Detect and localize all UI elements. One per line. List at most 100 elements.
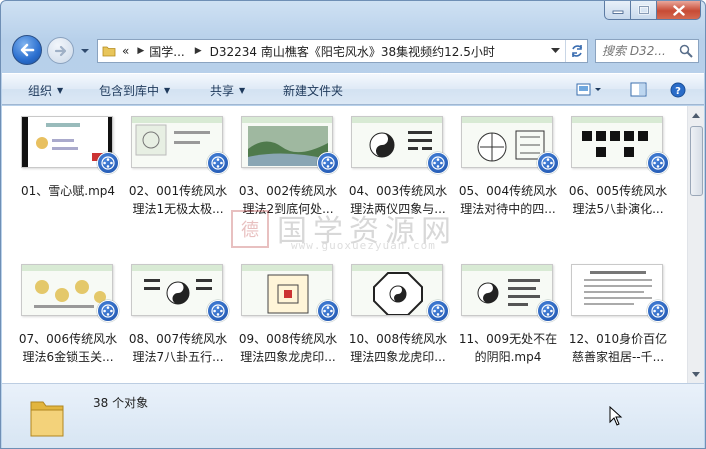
file-name-line2: 理法2到底何处...: [242, 202, 334, 216]
maximize-button[interactable]: [631, 1, 657, 20]
media-file-icon: [427, 300, 449, 322]
folder-icon: [30, 401, 64, 437]
media-file-icon: [207, 300, 229, 322]
file-name: 08、007传统风水 理法7八卦五行...: [120, 330, 236, 366]
minimize-button[interactable]: [604, 1, 631, 20]
address-dropdown-button[interactable]: [547, 40, 563, 62]
close-button[interactable]: [657, 1, 701, 20]
file-name-line2: 理法对待中的四...: [460, 202, 556, 216]
scrollbar-thumb[interactable]: [690, 126, 703, 196]
scroll-down-icon: [692, 371, 700, 377]
explorer-window: « ▶ 国学... ▶ D32234 南山樵客《阳宅风水》38集视频约12.5小…: [0, 0, 706, 449]
help-button[interactable]: ?: [670, 82, 686, 101]
view-options-icon: [576, 83, 601, 96]
minimize-icon: [612, 10, 623, 14]
media-file-icon: [317, 300, 339, 322]
file-name: 02、001传统风水 理法1无极太极...: [120, 182, 236, 218]
mouse-cursor-icon: [609, 406, 623, 426]
item-count: 38 个对象: [93, 396, 149, 410]
forward-arrow-icon: [54, 45, 66, 56]
recent-pages-button[interactable]: [80, 45, 90, 55]
file-name-line1: 10、008传统风水: [348, 332, 448, 346]
caret-down-icon: ▼: [239, 86, 246, 95]
file-name-line2: 慈善家祖居--千...: [571, 350, 665, 364]
media-file-icon: [207, 152, 229, 174]
file-name: 10、008传统风水 理法四象龙虎印...: [340, 330, 456, 366]
media-file-icon: [97, 152, 119, 174]
scroll-down-button[interactable]: [688, 366, 704, 382]
file-name: 06、005传统风水 理法5八卦演化...: [560, 182, 676, 218]
media-file-icon: [537, 152, 559, 174]
media-file-icon: [647, 300, 669, 322]
file-name-line2: 理法5八卦演化...: [572, 202, 664, 216]
svg-text:?: ?: [675, 86, 681, 97]
file-name: 09、008传统风水 理法四象龙虎印...: [230, 330, 346, 366]
close-icon: [672, 4, 685, 16]
organize-label: 组织: [28, 84, 53, 98]
file-name: 11、009无处不在 的阴阳.mp4: [450, 330, 566, 366]
file-name-line1: 04、003传统风水: [348, 184, 448, 198]
refresh-icon: [571, 45, 582, 57]
maximize-icon: [638, 5, 649, 15]
help-icon: ?: [670, 82, 686, 98]
file-name: 07、006传统风水 理法6金锁玉关...: [10, 330, 126, 366]
include-in-library-label: 包含到库中: [99, 84, 160, 98]
scroll-up-button[interactable]: [688, 107, 704, 123]
file-name-line2: 的阴阳.mp4: [474, 350, 542, 364]
details-pane: 38 个对象: [2, 383, 704, 448]
new-folder-button[interactable]: 新建文件夹: [283, 82, 343, 99]
back-arrow-icon: [20, 43, 35, 57]
share-label: 共享: [210, 84, 235, 98]
command-bar: 组织 ▼ 包含到库中 ▼ 共享 ▼ 新建文件夹 ?: [2, 73, 704, 105]
file-name-line2: 理法7八卦五行...: [132, 350, 224, 364]
search-icon[interactable]: [679, 44, 693, 58]
breadcrumb-item[interactable]: 国学...: [149, 43, 184, 60]
file-name-line2: 理法四象龙虎印...: [240, 350, 336, 364]
search-input[interactable]: [602, 44, 674, 58]
file-name-line1: 01、雪心赋.mp4: [20, 184, 116, 198]
new-folder-label: 新建文件夹: [283, 84, 344, 98]
media-file-icon: [537, 300, 559, 322]
address-bar[interactable]: « ▶ 国学... ▶ D32234 南山樵客《阳宅风水》38集视频约12.5小…: [97, 39, 588, 63]
file-name-line1: 03、002传统风水: [238, 184, 338, 198]
vertical-scrollbar[interactable]: [687, 106, 704, 383]
forward-button[interactable]: [47, 37, 74, 64]
file-name-line1: 11、009无处不在: [458, 332, 558, 346]
file-name: 01、雪心赋.mp4: [10, 182, 126, 218]
file-name-line1: 12、010身价百亿: [568, 332, 668, 346]
organize-button[interactable]: 组织 ▼: [28, 82, 63, 99]
caret-down-icon: ▼: [164, 86, 171, 95]
file-name-line1: 08、007传统风水: [128, 332, 228, 346]
media-file-icon: [317, 152, 339, 174]
file-name: 12、010身价百亿 慈善家祖居--千...: [560, 330, 676, 366]
breadcrumb-item-current[interactable]: D32234 南山樵客《阳宅风水》38集视频约12.5小时: [210, 43, 495, 60]
chevron-down-icon: [81, 49, 89, 53]
breadcrumb-overflow[interactable]: «: [122, 44, 129, 58]
file-name-line1: 09、008传统风水: [238, 332, 338, 346]
folder-icon: [102, 46, 116, 57]
file-name-line1: 05、004传统风水: [458, 184, 558, 198]
media-file-icon: [427, 152, 449, 174]
file-name-line2: 理法两仪四象与...: [350, 202, 446, 216]
caret-down-icon: ▼: [57, 86, 64, 95]
scroll-up-icon: [692, 112, 700, 118]
caption-buttons: [604, 1, 701, 20]
back-button[interactable]: [12, 35, 42, 65]
chevron-down-icon: [550, 48, 560, 53]
share-button[interactable]: 共享 ▼: [210, 82, 245, 99]
search-box[interactable]: [595, 39, 699, 63]
file-name-line2: 理法1无极太极...: [132, 202, 224, 216]
file-list-pane[interactable]: 01、雪心赋.mp4 02、001传统风水 理法1无极太极... 03、002传统风水…: [2, 106, 704, 383]
file-name-line1: 02、001传统风水: [128, 184, 228, 198]
file-name: 05、004传统风水 理法对待中的四...: [450, 182, 566, 218]
preview-pane-icon: [630, 82, 647, 97]
preview-pane-button[interactable]: [630, 82, 648, 101]
change-view-button[interactable]: [576, 82, 604, 101]
include-in-library-button[interactable]: 包含到库中 ▼: [99, 82, 170, 99]
refresh-button[interactable]: [565, 40, 587, 62]
navigation-bar: « ▶ 国学... ▶ D32234 南山樵客《阳宅风水》38集视频约12.5小…: [1, 31, 705, 67]
file-name: 04、003传统风水 理法两仪四象与...: [340, 182, 456, 218]
file-name-line2: 理法6金锁玉关...: [22, 350, 114, 364]
file-name-line1: 06、005传统风水: [568, 184, 668, 198]
media-file-icon: [647, 152, 669, 174]
